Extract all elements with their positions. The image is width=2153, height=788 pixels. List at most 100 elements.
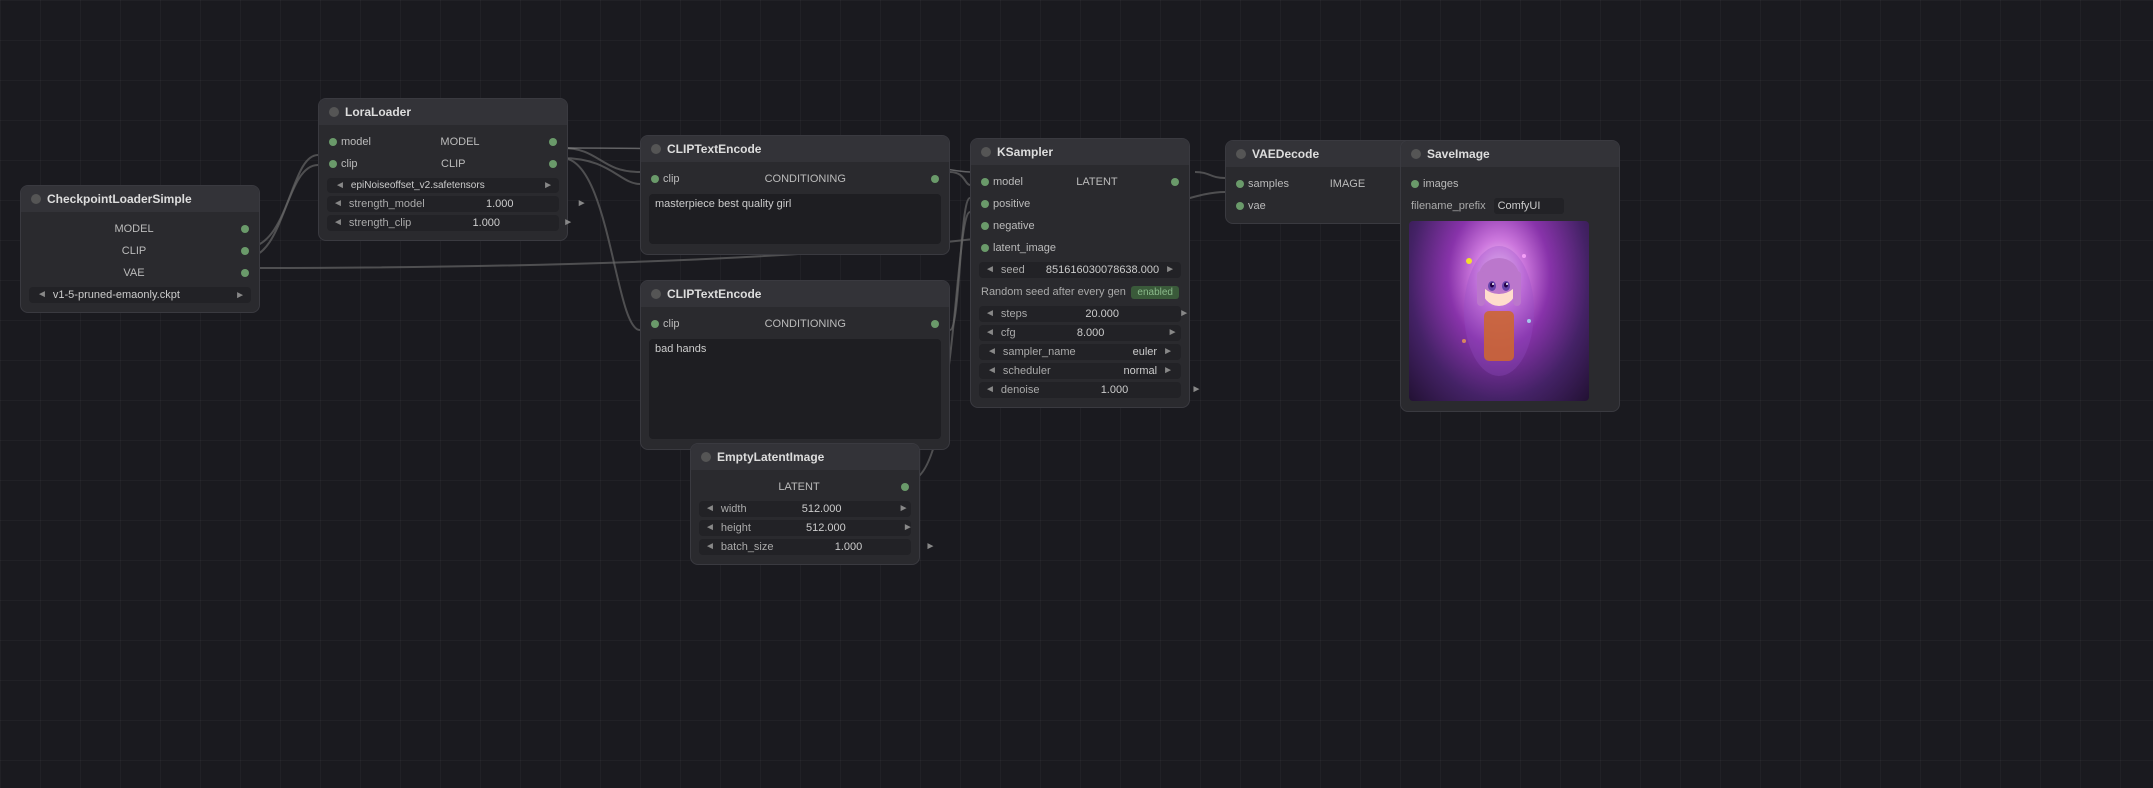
lora-model-out-port[interactable] [549,138,557,146]
vae-output-row: VAE [21,262,259,284]
ksampler-cfg-label: cfg [1001,327,1016,339]
lora-model-in-port[interactable] [329,138,337,146]
empty-latent-body: LATENT ◄ width ► ◄ height ► ◄ batch_size… [691,470,919,564]
lora-name-arrow-right[interactable]: ► [543,180,553,191]
ksampler-scheduler-row[interactable]: ◄ scheduler normal ► [979,363,1181,379]
empty-batch-arrow-left[interactable]: ◄ [703,542,717,552]
ksampler-denoise-arrow-left[interactable]: ◄ [983,385,997,395]
vae-decode-title: VAEDecode [1252,147,1319,161]
empty-height-arrow-right[interactable]: ► [901,523,915,533]
ksampler-sampler-arrow-right[interactable]: ► [1161,347,1175,357]
save-images-port[interactable] [1411,180,1419,188]
ksampler-steps-arrow-left[interactable]: ◄ [983,309,997,319]
empty-height-input[interactable] [755,522,897,534]
clip-neg-clip-label: clip [663,318,680,330]
ksampler-seed-arrow-left[interactable]: ◄ [983,265,997,275]
empty-latent-out-port[interactable] [901,483,909,491]
empty-latent-out-label: LATENT [778,481,819,493]
lora-name-value: epiNoiseoffset_v2.safetensors [351,180,539,191]
ksampler-scheduler-arrow-left[interactable]: ◄ [985,366,999,376]
model-output-port[interactable] [241,225,249,233]
ksampler-steps-input[interactable] [1031,308,1173,320]
ksampler-model-row: model LATENT [971,171,1189,193]
ksampler-seed-row[interactable]: ◄ seed 851616030078638.000 ► [979,262,1181,278]
empty-batch-row[interactable]: ◄ batch_size ► [699,539,911,555]
strength-clip-row[interactable]: ◄ strength_clip ► [327,215,559,231]
clip-neg-status-dot [651,289,661,299]
vae-vae-port[interactable] [1236,202,1244,210]
clip-neg-conditioning-port[interactable] [931,320,939,328]
ksampler-cfg-arrow-left[interactable]: ◄ [983,328,997,338]
ksampler-sampler-arrow-left[interactable]: ◄ [985,347,999,357]
ksampler-random-seed-label: Random seed after every gen [981,286,1126,298]
clip-output-port[interactable] [241,247,249,255]
ksampler-body: model LATENT positive negative latent_im… [971,165,1189,407]
save-filename-input[interactable] [1494,198,1564,214]
lora-clip-in-port[interactable] [329,160,337,168]
strength-model-row[interactable]: ◄ strength_model ► [327,196,559,212]
ksampler-cfg-arrow-right[interactable]: ► [1166,328,1180,338]
ksampler-steps-arrow-right[interactable]: ► [1177,309,1191,319]
vae-decode-header: VAEDecode [1226,141,1424,167]
save-image-preview-inner [1409,221,1589,401]
ksampler-denoise-input[interactable] [1043,384,1185,396]
ksampler-status-dot [981,147,991,157]
save-image-header: SaveImage [1401,141,1619,167]
ksampler-steps-row[interactable]: ◄ steps ► [979,306,1181,322]
empty-width-input[interactable] [751,503,893,515]
strength-model-arrow-right[interactable]: ► [575,199,589,209]
clip-neg-clip-port[interactable] [651,320,659,328]
ckpt-arrow-right[interactable]: ► [235,290,245,301]
empty-width-arrow-right[interactable]: ► [897,504,911,514]
ksampler-sampler-row[interactable]: ◄ sampler_name euler ► [979,344,1181,360]
strength-model-arrow-left[interactable]: ◄ [331,199,345,209]
empty-width-arrow-left[interactable]: ◄ [703,504,717,514]
ksampler-negative-port[interactable] [981,222,989,230]
ckpt-name-value: v1-5-pruned-emaonly.ckpt [53,289,231,301]
empty-batch-arrow-right[interactable]: ► [924,542,938,552]
strength-clip-arrow-right[interactable]: ► [561,218,575,228]
clip-pos-clip-row: clip CONDITIONING [641,168,949,190]
clip-pos-text-area[interactable]: masterpiece best quality girl [649,194,941,244]
checkpoint-loader-header: CheckpointLoaderSimple [21,186,259,212]
empty-height-arrow-left[interactable]: ◄ [703,523,717,533]
ksampler-scheduler-arrow-right[interactable]: ► [1161,366,1175,376]
save-images-row: images [1401,173,1619,195]
save-image-preview [1409,221,1589,401]
ksampler-denoise-label: denoise [1001,384,1040,396]
ksampler-positive-port[interactable] [981,200,989,208]
ksampler-latent-in-port[interactable] [981,244,989,252]
model-output-row: MODEL [21,218,259,240]
ksampler-enabled-badge[interactable]: enabled [1131,286,1179,299]
ksampler-latent-port[interactable] [1171,178,1179,186]
ksampler-model-port[interactable] [981,178,989,186]
clip-pos-conditioning-port[interactable] [931,175,939,183]
clip-text-encode-pos-header: CLIPTextEncode [641,136,949,162]
ksampler-cfg-input[interactable] [1020,327,1162,339]
empty-width-row[interactable]: ◄ width ► [699,501,911,517]
lora-name-arrow-left[interactable]: ◄ [333,181,347,191]
ckpt-name-row[interactable]: ◄ v1-5-pruned-emaonly.ckpt ► [29,287,251,303]
clip-neg-text-area[interactable]: bad hands [649,339,941,439]
strength-model-input[interactable] [429,198,571,210]
lora-clip-out-port[interactable] [549,160,557,168]
empty-batch-input[interactable] [778,541,920,553]
save-images-label: images [1423,178,1458,190]
ckpt-arrow-left[interactable]: ◄ [35,290,49,300]
lora-loader-title: LoraLoader [345,105,411,119]
lora-name-row[interactable]: ◄ epiNoiseoffset_v2.safetensors ► [327,178,559,193]
save-filename-row: filename_prefix [1401,195,1619,217]
clip-neg-text: bad hands [655,343,706,355]
vae-samples-port[interactable] [1236,180,1244,188]
ksampler-negative-row: negative [971,215,1189,237]
strength-clip-arrow-left[interactable]: ◄ [331,218,345,228]
vae-output-port[interactable] [241,269,249,277]
empty-height-row[interactable]: ◄ height ► [699,520,911,536]
clip-pos-clip-port[interactable] [651,175,659,183]
lora-clip-out-label: CLIP [441,158,465,170]
ksampler-seed-arrow-right[interactable]: ► [1163,265,1177,275]
ksampler-denoise-arrow-right[interactable]: ► [1189,385,1203,395]
ksampler-cfg-row[interactable]: ◄ cfg ► [979,325,1181,341]
ksampler-denoise-row[interactable]: ◄ denoise ► [979,382,1181,398]
strength-clip-input[interactable] [415,217,557,229]
